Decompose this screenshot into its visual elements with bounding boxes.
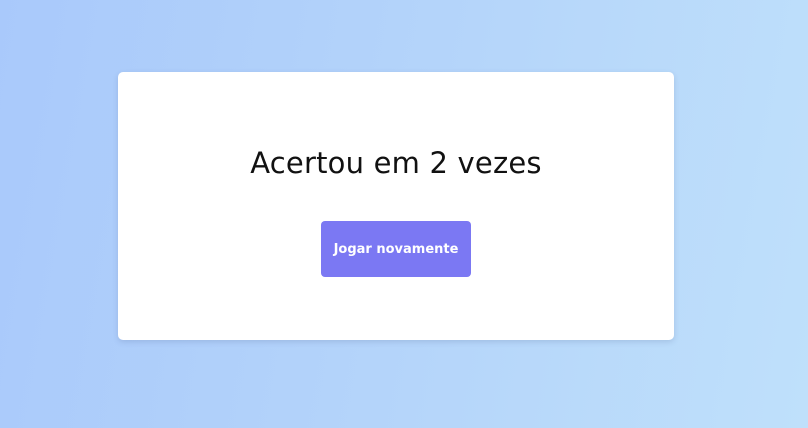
result-message: Acertou em 2 vezes <box>250 146 542 180</box>
result-card: Acertou em 2 vezes Jogar novamente <box>118 72 674 340</box>
play-again-button[interactable]: Jogar novamente <box>321 221 471 277</box>
